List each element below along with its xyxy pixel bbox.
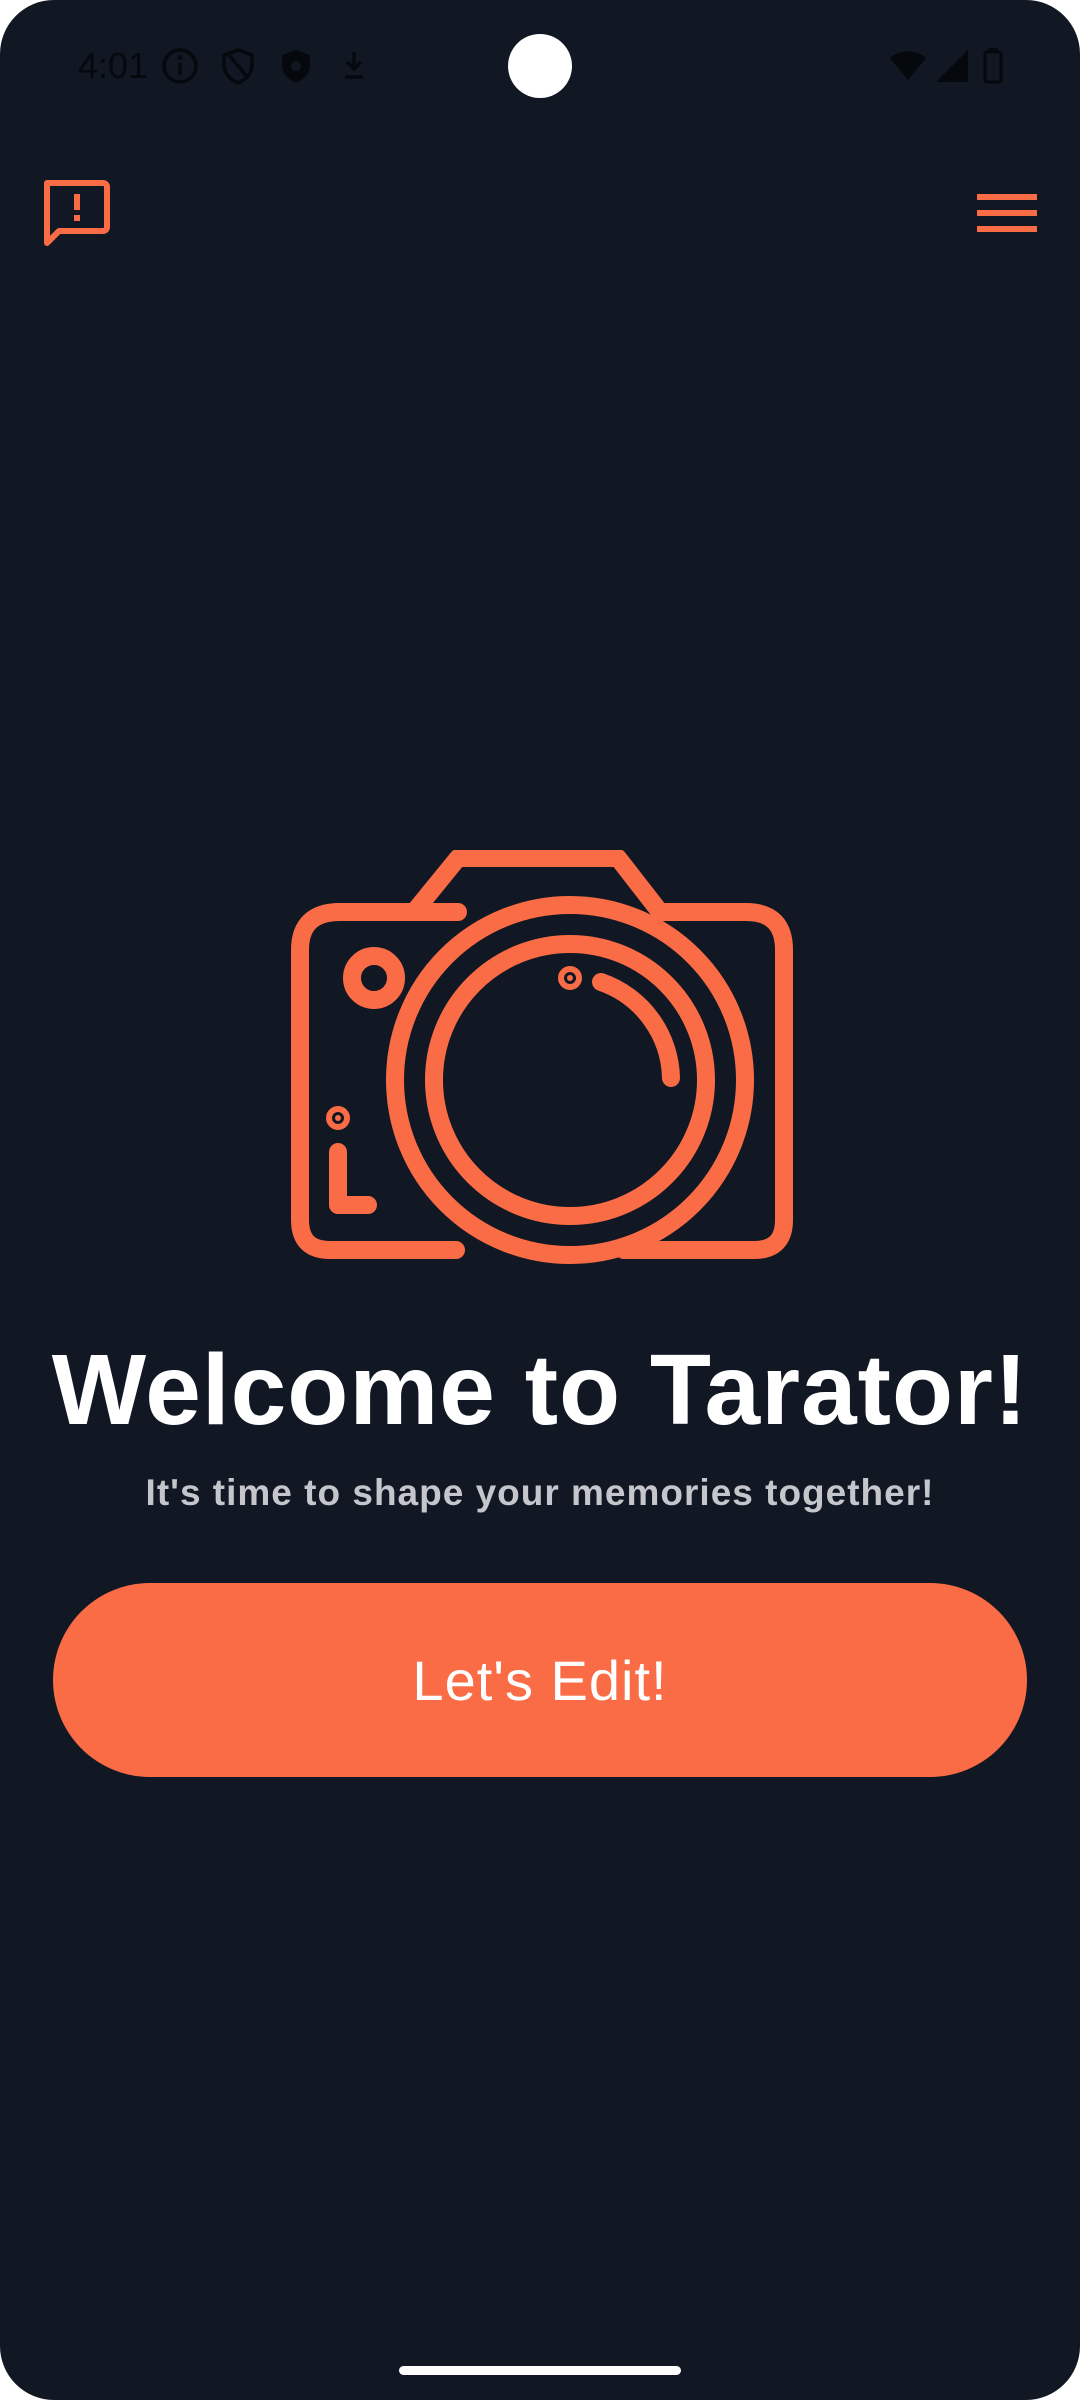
signal-icon <box>932 46 972 86</box>
front-camera <box>508 34 572 98</box>
home-indicator[interactable] <box>399 2366 681 2375</box>
feedback-button[interactable] <box>30 170 120 260</box>
info-icon <box>160 46 200 86</box>
menu-button[interactable] <box>962 170 1052 260</box>
welcome-subtitle: It's time to shape your memories togethe… <box>145 1472 935 1513</box>
status-time: 4:01 <box>78 45 149 86</box>
welcome-title: Welcome to Tarator! <box>51 1334 1029 1446</box>
app-screen: 4:01 Welcome to Tarator! It's time to sh… <box>0 0 1080 2400</box>
menu-icon <box>977 191 1037 240</box>
status-bar: 4:01 <box>0 0 1080 134</box>
lets-edit-button[interactable]: Let's Edit! <box>53 1583 1027 1777</box>
vpn-shield-icon <box>276 46 316 86</box>
camera-icon <box>288 849 796 1266</box>
battery-icon <box>980 46 1020 86</box>
shield-icon <box>218 46 258 86</box>
lets-edit-label: Let's Edit! <box>412 1648 668 1712</box>
download-icon <box>334 46 374 86</box>
feedback-icon <box>39 177 111 254</box>
wifi-icon <box>888 46 928 86</box>
